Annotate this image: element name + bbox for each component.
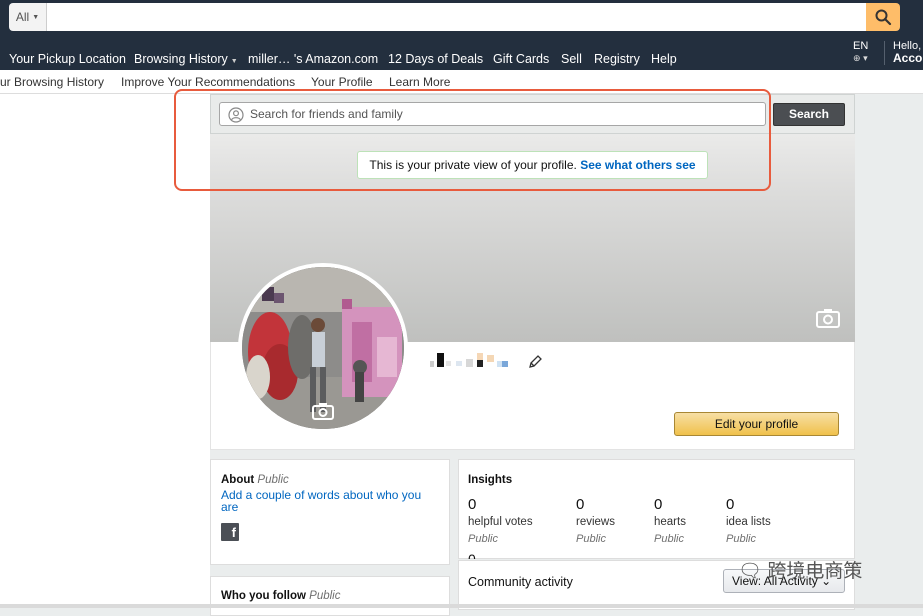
globe-icon: ⊕ xyxy=(853,53,861,63)
follow-heading: Who you follow xyxy=(221,590,306,602)
highlight-frame xyxy=(174,89,771,191)
stat-hearts: 0 hearts Public xyxy=(654,496,686,545)
nav-12-days-of-deals[interactable]: 12 Days of Deals xyxy=(388,52,483,66)
facebook-icon[interactable]: f xyxy=(221,523,239,541)
language-code: EN xyxy=(853,40,869,52)
nav-label: Registry xyxy=(594,52,640,66)
stat-value: 0 xyxy=(468,496,477,513)
nav-label: Sell xyxy=(561,52,582,66)
nav-gift-cards[interactable]: Gift Cards xyxy=(493,52,549,66)
top-header: All ▼ xyxy=(0,0,923,37)
stat-label: hearts xyxy=(654,516,686,528)
chevron-down-icon: ▼ xyxy=(230,58,238,65)
chevron-down-icon: ▼ xyxy=(32,13,40,21)
language-selector[interactable]: EN ⊕ ▾ xyxy=(853,40,868,64)
stat-label: idea lists xyxy=(726,516,771,528)
stat-visibility: Public xyxy=(654,533,684,545)
nav-sell[interactable]: Sell xyxy=(561,52,582,66)
nav-your-amazon[interactable]: miller… 's Amazon.com xyxy=(248,52,378,66)
profile-name-pixelated xyxy=(430,353,508,367)
subnav-improve-recommendations[interactable]: Improve Your Recommendations xyxy=(121,75,295,89)
search-button[interactable] xyxy=(866,3,900,31)
community-activity-title: Community activity xyxy=(468,575,573,589)
pencil-icon[interactable] xyxy=(528,355,542,369)
watermark: 🗨 跨境电商策 xyxy=(738,556,862,583)
stat-label: helpful votes xyxy=(468,516,533,528)
nav-divider xyxy=(884,41,885,65)
main-nav: Your Pickup Location Browsing History ▼ m… xyxy=(0,37,923,70)
bottom-edge xyxy=(0,604,923,608)
add-about-link[interactable]: Add a couple of words about who you are xyxy=(221,489,436,513)
nav-registry[interactable]: Registry xyxy=(594,52,640,66)
who-you-follow-title: Who you follow Public xyxy=(221,590,340,602)
follow-visibility: Public xyxy=(309,590,341,602)
search-bar: All ▼ xyxy=(9,3,900,31)
stat-value: 0 xyxy=(654,496,663,513)
nav-label: 12 Days of Deals xyxy=(388,52,484,66)
camera-icon[interactable] xyxy=(816,308,840,328)
nav-browsing-history[interactable]: Browsing History ▼ xyxy=(134,52,238,66)
main-search-input[interactable] xyxy=(47,3,866,31)
friend-search-button[interactable]: Search xyxy=(773,103,845,126)
edit-profile-button[interactable]: Edit your profile xyxy=(674,412,839,436)
stat-visibility: Public xyxy=(468,533,498,545)
account-label: Acco xyxy=(893,51,923,65)
wechat-icon: 🗨 xyxy=(738,561,763,582)
stat-visibility: Public xyxy=(726,533,756,545)
nav-help[interactable]: Help xyxy=(651,52,677,66)
stat-idea-lists: 0 idea lists Public xyxy=(726,496,771,545)
stat-visibility: Public xyxy=(576,533,606,545)
watermark-text: 跨境电商策 xyxy=(767,561,863,582)
stat-reviews: 0 reviews Public xyxy=(576,496,615,545)
search-icon xyxy=(875,9,892,26)
subnav-browsing-history[interactable]: ur Browsing History xyxy=(0,75,104,89)
nav-label: Your Pickup Location xyxy=(9,52,126,66)
about-heading: About xyxy=(221,474,255,486)
stat-value: 0 xyxy=(576,496,585,513)
stat-overflow-value: 0 xyxy=(468,551,476,559)
nav-label: miller… 's Amazon.com xyxy=(248,52,379,66)
stat-helpful-votes: 0 helpful votes Public xyxy=(468,496,533,545)
stat-value: 0 xyxy=(726,496,735,513)
camera-icon[interactable] xyxy=(312,402,334,420)
nav-label: Help xyxy=(651,52,677,66)
about-visibility: Public xyxy=(257,474,289,486)
subnav-your-profile[interactable]: Your Profile xyxy=(311,75,373,89)
chevron-down-icon: ▾ xyxy=(863,53,868,63)
category-label: All xyxy=(15,10,30,24)
subnav-learn-more[interactable]: Learn More xyxy=(389,75,450,89)
about-title: About Public xyxy=(221,474,289,486)
account-menu[interactable]: Hello, Acco xyxy=(893,40,922,65)
stat-label: reviews xyxy=(576,516,615,528)
nav-pickup-location[interactable]: Your Pickup Location xyxy=(9,52,126,66)
nav-label: Browsing History xyxy=(134,52,228,66)
insights-title: Insights xyxy=(468,474,513,486)
nav-label: Gift Cards xyxy=(493,52,550,66)
category-dropdown[interactable]: All ▼ xyxy=(9,3,47,31)
